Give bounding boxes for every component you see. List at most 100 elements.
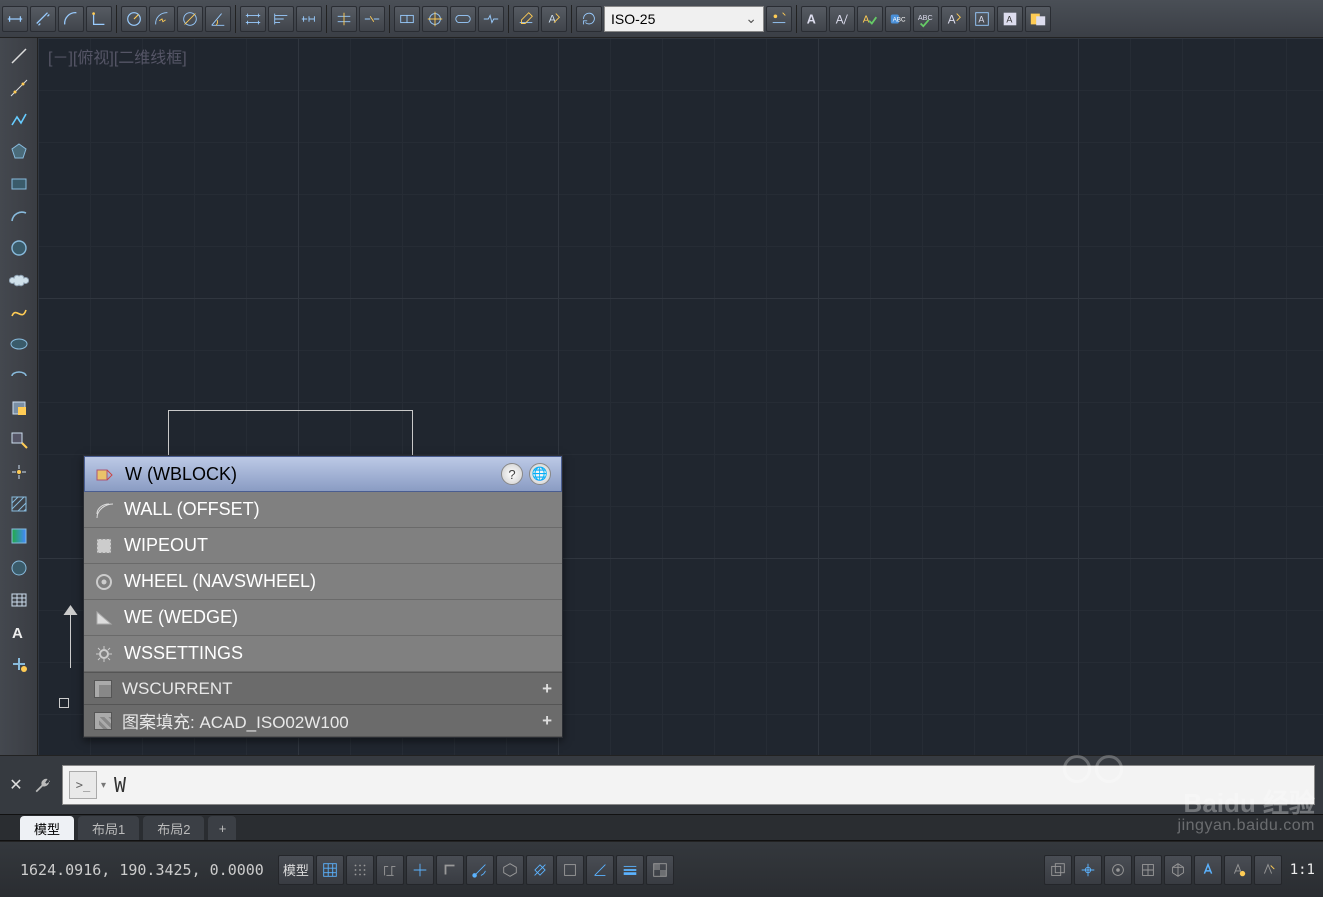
centermark-icon[interactable]: [422, 6, 448, 32]
singletext-icon[interactable]: A: [829, 6, 855, 32]
drawing-canvas[interactable]: [－][俯视][二维线框] W (WBLOCK) ? 🌐 WALL (OFFSE…: [38, 38, 1323, 755]
status-bar: 1624.0916, 190.3425, 0.0000 模型 1:1: [0, 841, 1323, 897]
autocomplete-item-wipeout[interactable]: WIPEOUT: [84, 528, 562, 564]
ortho-icon[interactable]: [436, 855, 464, 885]
viewport-label[interactable]: [－][俯视][二维线框]: [48, 44, 187, 68]
autocomplete-hatchpattern[interactable]: 图案填充: ACAD_ISO02W100 +: [84, 705, 562, 737]
ellipse-icon[interactable]: [5, 330, 33, 358]
autocomplete-sysvar-wscurrent[interactable]: WSCURRENT +: [84, 673, 562, 705]
dim-break-icon[interactable]: [359, 6, 385, 32]
annovisibility-icon[interactable]: [1224, 855, 1252, 885]
dim-angular-icon[interactable]: [205, 6, 231, 32]
tab-layout2[interactable]: 布局2: [143, 816, 204, 840]
coordinates-readout[interactable]: 1624.0916, 190.3425, 0.0000: [20, 861, 264, 879]
dim-ordinate-icon[interactable]: [86, 6, 112, 32]
dim-update-icon[interactable]: [576, 6, 602, 32]
insertblock-icon[interactable]: [5, 394, 33, 422]
polar-icon[interactable]: [466, 855, 494, 885]
tab-layout1[interactable]: 布局1: [78, 816, 139, 840]
dim-textedit-icon[interactable]: A: [541, 6, 567, 32]
scaletext-icon[interactable]: A: [969, 6, 995, 32]
makeblock-icon[interactable]: [5, 426, 33, 454]
dim-diameter-icon[interactable]: [177, 6, 203, 32]
polygon-icon[interactable]: [5, 138, 33, 166]
help-icon[interactable]: ?: [501, 463, 523, 485]
textstyle-icon[interactable]: A: [941, 6, 967, 32]
dim-jogged-icon[interactable]: [149, 6, 175, 32]
modelspace-button[interactable]: 模型: [278, 855, 314, 885]
autocomplete-list[interactable]: W (WBLOCK) ? 🌐 WALL (OFFSET) WIPEOUT: [84, 456, 562, 672]
annotation-scale-value[interactable]: 1:1: [1290, 862, 1315, 878]
jogline-icon[interactable]: [478, 6, 504, 32]
field-icon[interactable]: ABC: [885, 6, 911, 32]
snapmode-icon[interactable]: [346, 855, 374, 885]
autocomplete-item-wall[interactable]: WALL (OFFSET): [84, 492, 562, 528]
expand-plus-icon[interactable]: +: [542, 711, 552, 731]
selection-cycling-icon[interactable]: [1044, 855, 1072, 885]
dim-aligned-icon[interactable]: [30, 6, 56, 32]
line-icon[interactable]: [5, 42, 33, 70]
dim-quick-icon[interactable]: [240, 6, 266, 32]
otrack-icon[interactable]: [586, 855, 614, 885]
tab-model[interactable]: 模型: [20, 816, 74, 840]
annotationscale-icon[interactable]: [1194, 855, 1222, 885]
rectangle-icon[interactable]: [5, 170, 33, 198]
autocomplete-item-wssettings[interactable]: WSSETTINGS: [84, 636, 562, 672]
table-icon[interactable]: [5, 586, 33, 614]
transparency-icon[interactable]: [646, 855, 674, 885]
autoscale-icon[interactable]: [1254, 855, 1282, 885]
quickproperties-icon[interactable]: [1104, 855, 1132, 885]
autocomplete-item-wheel[interactable]: WHEEL (NAVSWHEEL): [84, 564, 562, 600]
dim-arc-icon[interactable]: [58, 6, 84, 32]
command-history-icon[interactable]: >_: [69, 771, 97, 799]
autocomplete-item-wblock[interactable]: W (WBLOCK) ? 🌐: [84, 456, 562, 492]
customize-icon[interactable]: [32, 773, 56, 797]
ellipsearc-icon[interactable]: [5, 362, 33, 390]
chevron-down-icon[interactable]: ▾: [101, 780, 106, 791]
units-icon[interactable]: [1134, 855, 1162, 885]
inferconstraints-icon[interactable]: [376, 855, 404, 885]
command-input[interactable]: >_ ▾ W: [62, 765, 1315, 805]
expand-plus-icon[interactable]: +: [542, 679, 552, 699]
dimstyle-control-icon[interactable]: [766, 6, 792, 32]
isodraft-icon[interactable]: [496, 855, 524, 885]
xline-icon[interactable]: [5, 74, 33, 102]
autocomplete-label: 图案填充: ACAD_ISO02W100: [122, 708, 349, 733]
grid-toggle-icon[interactable]: [316, 855, 344, 885]
dim-edit-icon[interactable]: [513, 6, 539, 32]
textcheck-icon[interactable]: A: [857, 6, 883, 32]
region-icon[interactable]: [5, 554, 33, 582]
bgmask-icon[interactable]: [1025, 6, 1051, 32]
tab-add-button[interactable]: +: [208, 816, 236, 840]
dim-continue-icon[interactable]: [296, 6, 322, 32]
close-commandline-button[interactable]: ✕: [6, 775, 26, 795]
tolerance-icon[interactable]: [394, 6, 420, 32]
3dosnap-icon[interactable]: [556, 855, 584, 885]
dim-radius-icon[interactable]: [121, 6, 147, 32]
dimstyle-dropdown[interactable]: ISO-25 ⌄: [604, 6, 764, 32]
osnap-icon[interactable]: [526, 855, 554, 885]
gradient-icon[interactable]: [5, 522, 33, 550]
revcloud-icon[interactable]: [5, 266, 33, 294]
polyline-icon[interactable]: [5, 106, 33, 134]
circle-icon[interactable]: [5, 234, 33, 262]
spellcheck-icon[interactable]: ABC: [913, 6, 939, 32]
dim-baseline-icon[interactable]: [268, 6, 294, 32]
arc-icon[interactable]: [5, 202, 33, 230]
dim-linear-icon[interactable]: [2, 6, 28, 32]
mtext-left-icon[interactable]: A: [5, 618, 33, 646]
addselected-icon[interactable]: [5, 650, 33, 678]
autocomplete-item-wedge[interactable]: WE (WEDGE): [84, 600, 562, 636]
annomonitor-icon[interactable]: [1074, 855, 1102, 885]
internet-icon[interactable]: 🌐: [529, 463, 551, 485]
point-icon[interactable]: [5, 458, 33, 486]
inspection-icon[interactable]: [450, 6, 476, 32]
dynamicinput-icon[interactable]: [406, 855, 434, 885]
workspace-icon[interactable]: [1164, 855, 1192, 885]
spline-icon[interactable]: [5, 298, 33, 326]
mtext-icon[interactable]: A: [801, 6, 827, 32]
hatch-icon[interactable]: [5, 490, 33, 518]
lineweight-icon[interactable]: [616, 855, 644, 885]
justifytext-icon[interactable]: A: [997, 6, 1023, 32]
dim-space-icon[interactable]: [331, 6, 357, 32]
